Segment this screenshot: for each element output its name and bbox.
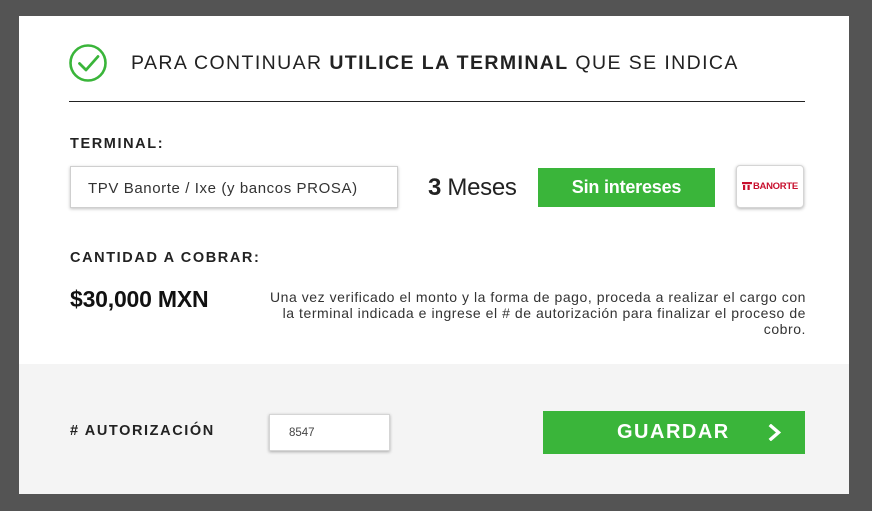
check-circle-icon [69,44,107,82]
terminal-field: TPV Banorte / Ixe (y bancos PROSA) [70,166,398,208]
modal-header: PARA CONTINUAR UTILICE LA TERMINAL QUE S… [69,44,805,102]
months-text: 3 Meses [428,174,517,202]
interest-free-badge: Sin intereses [538,168,715,207]
months-number: 3 [428,174,442,201]
months-label: Meses [441,174,517,201]
page-title: PARA CONTINUAR UTILICE LA TERMINAL QUE S… [131,52,739,74]
chevron-right-icon [768,424,782,441]
authorization-modal: PARA CONTINUAR UTILICE LA TERMINAL QUE S… [19,16,849,494]
authorization-input[interactable] [269,414,390,451]
save-button-label: GUARDAR [617,421,730,443]
banorte-logo-label: BANORTE [753,181,798,192]
authorization-label: # AUTORIZACIÓN [70,423,215,439]
amount-label: CANTIDAD A COBRAR: [70,250,261,266]
title-prefix: PARA CONTINUAR [131,52,330,74]
instructions-text: Una vez verificado el monto y la forma d… [269,289,806,337]
banorte-symbol-icon [742,182,752,190]
title-bold: UTILICE LA TERMINAL [329,52,569,74]
title-suffix: QUE SE INDICA [568,52,739,74]
save-button[interactable]: GUARDAR [543,411,805,454]
banorte-logo-text: BANORTE [742,181,798,192]
banorte-logo: BANORTE [736,165,804,208]
amount-value: $30,000 MXN [70,286,209,312]
terminal-label: TERMINAL: [70,136,165,152]
